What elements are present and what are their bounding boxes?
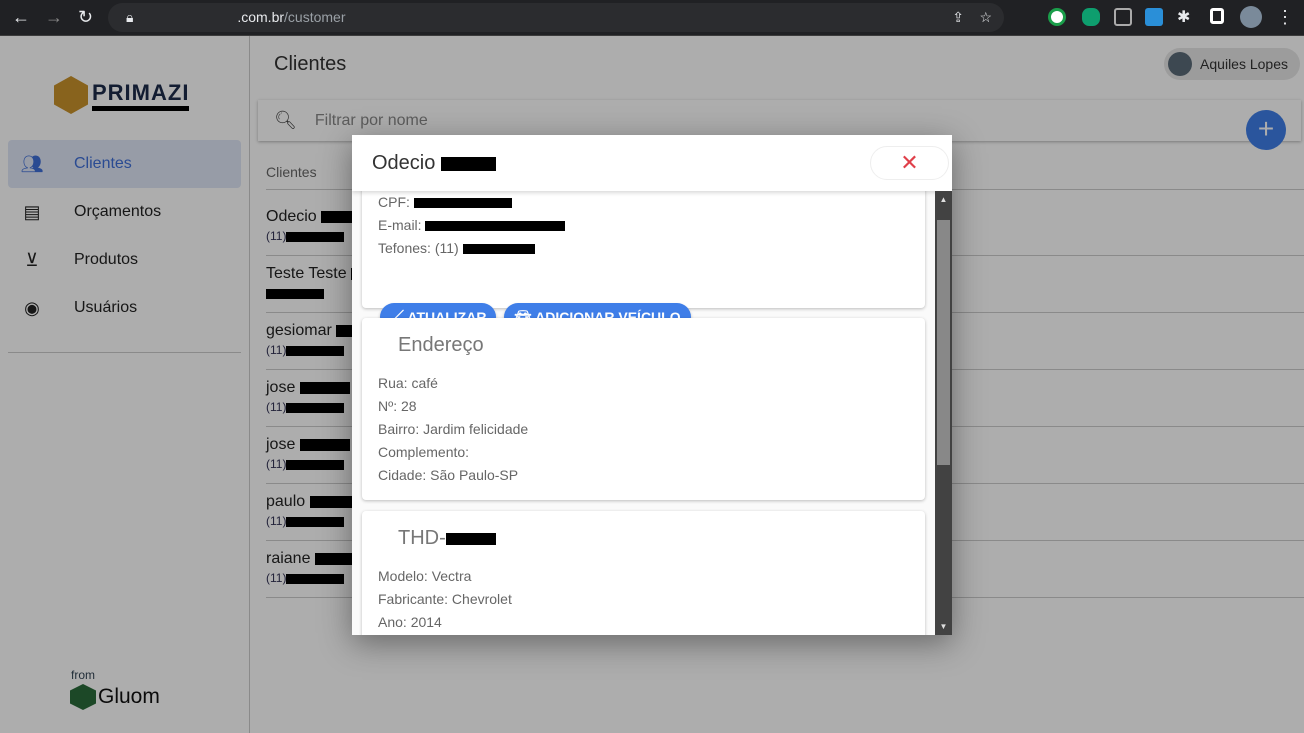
vehicle-year: Ano: 2014 <box>378 614 442 630</box>
puzzle-icon[interactable]: ✱ <box>1177 7 1190 27</box>
address-number: Nº: 28 <box>378 398 417 414</box>
modal-scrollbar[interactable]: ▲ ▼ <box>935 191 952 635</box>
vehicle-maker: Fabricante: Chevrolet <box>378 591 512 607</box>
profile-icon[interactable] <box>1240 6 1262 28</box>
address-city: Cidade: São Paulo-SP <box>378 467 519 483</box>
reload-icon[interactable]: ↻ <box>78 7 93 28</box>
extension-shield-icon[interactable] <box>1082 8 1100 26</box>
email-label: E-mail: <box>378 217 422 233</box>
browser-toolbar: ← → ↻ 🔒︎ .com.br/customer ⇪ ☆ ✱ ⋮ <box>0 0 1304 36</box>
share-icon[interactable]: ⇪ <box>952 3 964 32</box>
address-district: Bairro: Jardim felicidade <box>378 421 529 437</box>
address-street: Rua: café <box>378 375 438 391</box>
lock-icon: 🔒︎ <box>126 9 134 25</box>
cpf-label: CPF: <box>378 194 410 210</box>
vehicle-title: THD- <box>398 527 496 550</box>
address-complement: Complemento: <box>378 444 470 460</box>
client-info-card: CPF: E-mail: Tefones: (11) ／ ATUALIZAR 🚘… <box>362 175 925 331</box>
vehicle-model: Modelo: Vectra <box>378 568 472 584</box>
back-icon[interactable]: ← <box>12 7 30 28</box>
extension-plus-icon[interactable] <box>1048 8 1066 26</box>
extension-f-icon[interactable] <box>1145 8 1163 26</box>
address-card: Endereço Rua: café Nº: 28 Bairro: Jardim… <box>362 318 925 500</box>
url-path: /customer <box>284 9 346 25</box>
star-icon[interactable]: ☆ <box>979 3 992 32</box>
forward-icon[interactable]: → <box>45 7 63 28</box>
vehicle-card: THD- Modelo: Vectra Fabricante: Chevrole… <box>362 511 925 635</box>
sidepanel-icon[interactable] <box>1210 8 1224 24</box>
close-button[interactable]: ✕ <box>870 146 949 180</box>
scrollbar-thumb[interactable] <box>937 220 950 465</box>
address-bar[interactable]: 🔒︎ .com.br/customer ⇪ ☆ <box>108 3 1004 32</box>
client-modal: Odecio ✕ CPF: E-mail: Tefones: (11) ／ AT… <box>352 135 952 635</box>
url-domain: .com.br <box>237 9 285 25</box>
modal-title: Odecio <box>372 152 496 175</box>
menu-icon[interactable]: ⋮ <box>1276 7 1294 28</box>
address-title: Endereço <box>398 334 484 356</box>
extension-grid-icon[interactable] <box>1114 8 1132 26</box>
phones-label: Tefones: (11) <box>378 240 459 256</box>
